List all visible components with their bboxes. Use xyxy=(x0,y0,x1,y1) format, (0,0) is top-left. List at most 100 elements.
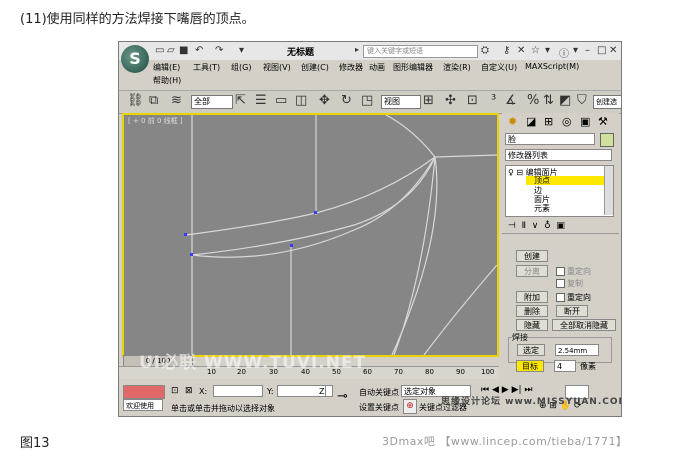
menu-modifiers[interactable]: 修改器 xyxy=(339,62,363,73)
menu-edit[interactable]: 编辑(E) xyxy=(153,62,180,73)
search-input[interactable]: 键入关键字或短语 xyxy=(363,45,478,58)
select-manipulate-icon[interactable]: ✣ xyxy=(445,94,456,108)
display-tab-icon[interactable]: ▣ xyxy=(580,115,590,128)
remove-modifier-icon[interactable]: ♁ xyxy=(544,221,551,231)
favorites-star-icon[interactable]: ☆ xyxy=(531,45,540,56)
pivot-center-icon[interactable]: ⊞ xyxy=(423,94,434,108)
stack-item-vertex[interactable]: 顶点 xyxy=(526,176,604,185)
hierarchy-tab-icon[interactable]: ⊞ xyxy=(544,115,553,128)
menu-views[interactable]: 视图(V) xyxy=(263,62,291,73)
close-icon[interactable]: ✕ xyxy=(609,45,617,56)
save-icon[interactable]: ■ xyxy=(179,45,188,56)
menu-animation[interactable]: 动画 xyxy=(369,62,385,73)
set-key-icon[interactable]: ⊕ xyxy=(403,399,417,414)
delete-button[interactable]: 删除 xyxy=(516,305,548,317)
break-button[interactable]: 断开 xyxy=(556,305,588,317)
absolute-mode-icon[interactable]: ⊠ xyxy=(185,386,193,396)
edit-named-sel-icon[interactable]: ◩ xyxy=(559,94,571,108)
app-logo[interactable]: S xyxy=(121,45,149,73)
auto-key-button[interactable]: 自动关键点 xyxy=(359,387,399,398)
reorient-attach-checkbox[interactable]: 重定向 xyxy=(556,292,591,303)
menu-maxscript[interactable]: MAXScript(M) xyxy=(525,62,579,71)
front-viewport[interactable]: [ + 0 前 0 线框 ] xyxy=(122,113,499,357)
new-file-icon[interactable]: ▭ xyxy=(155,45,164,56)
selection-lock-icon[interactable]: ⊡ xyxy=(171,386,179,396)
wireframe-mesh xyxy=(184,115,497,355)
communication-icon[interactable]: ✕ xyxy=(517,45,525,56)
create-button[interactable]: 创建 xyxy=(516,250,548,262)
pin-stack-icon[interactable]: ⊣ xyxy=(508,221,516,231)
menu-tools[interactable]: 工具(T) xyxy=(193,62,220,73)
selection-filter-dropdown[interactable]: 全部 xyxy=(191,95,233,109)
menu-rendering[interactable]: 渲染(R) xyxy=(443,62,471,73)
x-coordinate-field[interactable] xyxy=(213,385,263,397)
angle-snap-icon[interactable]: ∡ xyxy=(505,94,517,108)
snap-3-icon[interactable]: ³ xyxy=(491,94,496,108)
bind-spacewarp-icon[interactable]: ≋ xyxy=(171,94,182,108)
key-icon[interactable]: ⚷ xyxy=(503,45,510,56)
motion-tab-icon[interactable]: ◎ xyxy=(562,115,572,128)
z-coordinate-field[interactable] xyxy=(325,385,333,397)
reorient-checkbox[interactable]: 重定向 xyxy=(556,266,591,277)
stack-scrollbar[interactable] xyxy=(604,166,613,215)
create-tab-icon[interactable]: ✹ xyxy=(508,115,517,128)
undo-icon[interactable]: ↶ xyxy=(195,45,203,56)
maximize-icon[interactable]: □ xyxy=(597,45,606,56)
scale-icon[interactable]: ◳ xyxy=(361,94,373,108)
attach-button[interactable]: 附加 xyxy=(516,291,548,303)
stack-item-element[interactable]: 元素 xyxy=(534,203,550,214)
menu-group[interactable]: 组(G) xyxy=(231,62,251,73)
dropdown-icon[interactable]: ▾ xyxy=(545,45,550,56)
quick-access-dropdown-icon[interactable]: ▾ xyxy=(239,45,244,56)
keyboard-shortcut-icon[interactable]: ⊡ xyxy=(467,94,478,108)
spinner-snap-icon[interactable]: ⇅ xyxy=(543,94,554,108)
binoculars-icon[interactable]: ⛭ xyxy=(481,45,489,56)
menu-customize[interactable]: 自定义(U) xyxy=(481,62,517,73)
target-pixel-spinner[interactable]: 4 xyxy=(554,360,576,372)
mesh-edge xyxy=(191,156,436,258)
3dsmax-window: ▭ ▱ ■ ↶ ↷ ▾ 无标题 ▸ 键入关键字或短语 ⛭ ⚷ ✕ ☆ ▾ ⓘ ▾… xyxy=(118,41,622,417)
make-unique-icon[interactable]: ∨ xyxy=(532,221,539,231)
menu-help[interactable]: 帮助(H) xyxy=(153,75,181,86)
move-icon[interactable]: ✥ xyxy=(319,94,330,108)
named-selection-dropdown[interactable]: 创建选 xyxy=(593,95,621,109)
redo-icon[interactable]: ↷ xyxy=(215,45,223,56)
unlink-icon[interactable]: ⧉ xyxy=(149,94,158,108)
unhide-all-button[interactable]: 全部取消隐藏 xyxy=(552,319,616,331)
modifier-list-dropdown[interactable]: 修改器列表 xyxy=(505,149,612,161)
rotate-icon[interactable]: ↻ xyxy=(341,94,352,108)
select-object-icon[interactable]: ⇱ xyxy=(235,94,246,108)
modify-tab-icon[interactable]: ◪ xyxy=(526,115,536,128)
percent-snap-icon[interactable]: % xyxy=(527,94,539,108)
menu-create[interactable]: 创建(C) xyxy=(301,62,329,73)
hide-button[interactable]: 隐藏 xyxy=(516,319,548,331)
open-file-icon[interactable]: ▱ xyxy=(167,45,175,56)
copy-checkbox[interactable]: 复制 xyxy=(556,278,583,289)
configure-sets-icon[interactable]: ▣ xyxy=(556,221,565,231)
detach-button[interactable]: 分离 xyxy=(516,265,548,277)
weld-threshold-spinner[interactable]: 2.54mm xyxy=(555,344,599,356)
maxscript-listener-mini[interactable] xyxy=(123,385,165,399)
window-crossing-icon[interactable]: ◫ xyxy=(295,94,307,108)
help-icon[interactable]: ⓘ xyxy=(559,45,569,60)
show-end-result-icon[interactable]: Ⅱ xyxy=(522,221,526,231)
modifier-stack: ♀ ⊟ 编辑面片 顶点 边 面片 元素 xyxy=(505,165,614,217)
divider xyxy=(502,233,619,234)
ref-coord-dropdown[interactable]: 视图 xyxy=(381,95,421,109)
key-mode-icon[interactable]: ⊸ xyxy=(337,389,348,404)
rect-selection-icon[interactable]: ▭ xyxy=(275,94,287,108)
set-key-button[interactable]: 设置关键点 xyxy=(359,402,399,413)
reorient-checkbox-box xyxy=(556,267,565,276)
minimize-icon[interactable]: – xyxy=(585,45,590,56)
weld-target-button[interactable]: 目标 xyxy=(516,360,544,372)
utilities-tab-icon[interactable]: ⚒ xyxy=(598,115,608,128)
object-name-field[interactable]: 脸 xyxy=(505,133,595,145)
help-dropdown-icon[interactable]: ▾ xyxy=(573,45,578,56)
select-by-name-icon[interactable]: ☰ xyxy=(255,94,267,108)
menu-graph-editors[interactable]: 图形编辑器 xyxy=(393,62,433,73)
welcome-text[interactable]: 欢迎使用 xyxy=(123,399,163,411)
weld-selected-button[interactable]: 选定 xyxy=(517,344,545,356)
link-icon[interactable]: ⛓ xyxy=(127,94,144,108)
named-sel-icon[interactable]: ⛉ xyxy=(577,94,587,108)
object-color-swatch[interactable] xyxy=(600,133,614,147)
